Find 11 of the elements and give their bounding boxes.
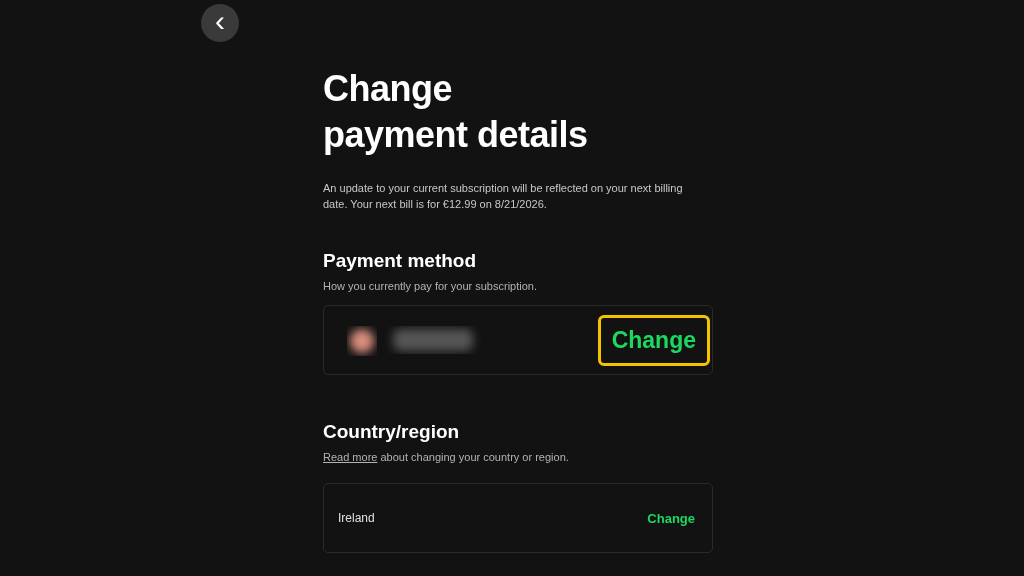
page-title: Change payment details — [323, 67, 589, 157]
section-description: How you currently pay for your subscription. — [323, 280, 538, 292]
country-value: Ireland — [338, 511, 375, 525]
section-description: Read more about changing your country or region. — [323, 451, 570, 463]
read-more-link[interactable]: Read more — [323, 451, 378, 463]
section-heading: Country/region — [323, 421, 461, 443]
change-button[interactable]: Change — [642, 505, 700, 531]
section-heading: Payment method — [323, 250, 478, 272]
intro-text: An update to your current subscription will be reflected on your next billing date. Your next bill is for €12.99 on 8/21/2026. — [323, 181, 684, 212]
back-button[interactable]: ‹ — [201, 4, 239, 42]
change-button[interactable]: Change — [597, 314, 710, 366]
